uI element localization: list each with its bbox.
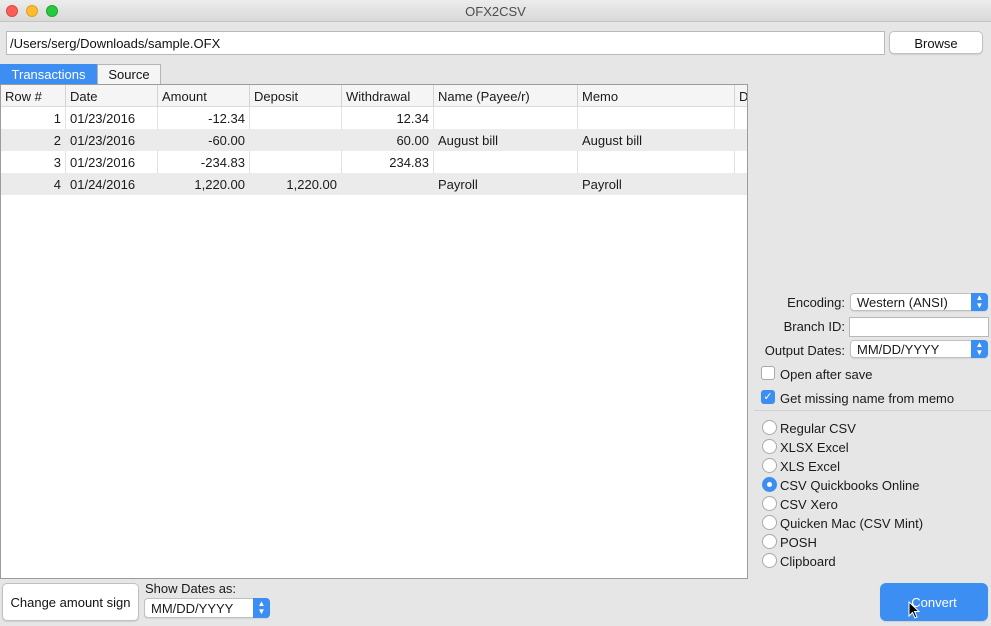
cell-deposit	[250, 151, 342, 173]
cell-amount: -60.00	[208, 133, 245, 148]
cell-memo	[578, 107, 735, 129]
mouse-pointer-icon	[908, 601, 920, 619]
branch-id-label: Branch ID:	[783, 319, 845, 334]
radio-label-clipboard: Clipboard	[780, 554, 836, 569]
convert-button[interactable]: Convert	[880, 583, 988, 621]
missing-name-label: Get missing name from memo	[780, 391, 955, 406]
window-title: OFX2CSV	[465, 4, 526, 19]
browse-button[interactable]: Browse	[889, 31, 983, 54]
radio-label-posh: POSH	[780, 535, 817, 550]
cell-name: August bill	[438, 133, 498, 148]
title-bar: OFX2CSV	[0, 0, 991, 22]
output-dates-label: Output Dates:	[764, 343, 845, 358]
radio-label-xls-excel: XLS Excel	[780, 459, 840, 474]
radio-xls-excel[interactable]	[762, 458, 777, 473]
cell-name: Payroll	[438, 177, 478, 192]
cell-row-number: 1	[1, 107, 66, 129]
radio-regular-csv[interactable]	[762, 420, 777, 435]
cell-date: 01/24/2016	[70, 177, 136, 192]
change-amount-sign-button[interactable]: Change amount sign	[2, 583, 139, 621]
open-after-save-checkbox[interactable]	[761, 366, 775, 380]
output-dates-select[interactable]: MM/DD/YYYY ▲ ▼	[850, 340, 988, 358]
encoding-label: Encoding:	[787, 295, 845, 310]
tab-transactions[interactable]: Transactions	[0, 64, 97, 84]
cell-withdrawal: 60.00	[396, 133, 429, 148]
cell-date: 01/23/2016	[66, 107, 158, 129]
encoding-select[interactable]: Western (ANSI) ▲ ▼	[850, 293, 988, 311]
cell-amount: -12.34	[158, 107, 250, 129]
up-down-arrows-icon: ▲ ▼	[971, 340, 988, 358]
up-down-arrows-icon: ▲ ▼	[971, 293, 988, 311]
radio-label-regular-csv: Regular CSV	[780, 421, 856, 436]
cell-amount: -234.83	[158, 151, 250, 173]
column-header-name[interactable]: Name (Payee/r)	[434, 85, 578, 107]
table-row[interactable]: 3 01/23/2016 -234.83 234.83	[1, 151, 747, 173]
column-header-amount[interactable]: Amount	[158, 85, 250, 107]
cell-withdrawal: 234.83	[342, 151, 434, 173]
radio-label-xlsx-excel: XLSX Excel	[780, 440, 849, 455]
output-dates-value: MM/DD/YYYY	[857, 342, 940, 357]
cell-withdrawal: 12.34	[342, 107, 434, 129]
up-down-arrows-icon: ▲ ▼	[253, 598, 270, 618]
cell-date: 01/23/2016	[70, 133, 136, 148]
show-dates-label: Show Dates as:	[145, 581, 237, 596]
encoding-value: Western (ANSI)	[857, 295, 948, 310]
table-row[interactable]: 4 01/24/2016 1,220.00 1,220.00 Payroll P…	[1, 173, 747, 195]
column-header-truncated[interactable]: D	[735, 85, 747, 107]
cell-row-number: 4	[53, 177, 61, 192]
column-header-memo[interactable]: Memo	[578, 85, 735, 107]
tab-source[interactable]: Source	[97, 64, 161, 84]
show-dates-value: MM/DD/YYYY	[151, 601, 234, 616]
cell-row-number: 3	[1, 151, 66, 173]
cell-memo: Payroll	[582, 177, 622, 192]
checkmark-icon: ✓	[763, 391, 773, 403]
cell-name	[434, 107, 578, 129]
cell-name	[434, 151, 578, 173]
cell-deposit	[250, 129, 342, 151]
branch-id-input[interactable]	[849, 317, 989, 337]
cell-row-number: 2	[53, 133, 61, 148]
radio-label-csv-quickbooks-online: CSV Quickbooks Online	[780, 478, 920, 493]
cell-withdrawal	[342, 173, 434, 195]
radio-label-csv-xero: CSV Xero	[780, 497, 838, 512]
column-header-withdrawal[interactable]: Withdrawal	[342, 85, 434, 107]
table-row[interactable]: 2 01/23/2016 -60.00 60.00 August bill Au…	[1, 129, 747, 151]
missing-name-checkbox[interactable]: ✓	[761, 390, 775, 404]
cell-memo	[578, 151, 735, 173]
column-header-row-number[interactable]: Row #	[1, 85, 66, 107]
cell-deposit: 1,220.00	[286, 177, 337, 192]
radio-clipboard[interactable]	[762, 553, 777, 568]
radio-label-quicken-mac: Quicken Mac (CSV Mint)	[780, 516, 924, 531]
radio-xlsx-excel[interactable]	[762, 439, 777, 454]
radio-quicken-mac[interactable]	[762, 515, 777, 530]
file-path-input[interactable]	[6, 31, 885, 55]
cell-memo: August bill	[582, 133, 642, 148]
table-row[interactable]: 1 01/23/2016 -12.34 12.34	[1, 107, 747, 129]
table-header: Row # Date Amount Deposit Withdrawal Nam…	[1, 85, 747, 107]
open-after-save-label: Open after save	[780, 367, 873, 382]
bottom-bar: Change amount sign Show Dates as: MM/DD/…	[0, 580, 991, 626]
cell-date: 01/23/2016	[66, 151, 158, 173]
transactions-table[interactable]: Row # Date Amount Deposit Withdrawal Nam…	[0, 84, 748, 579]
radio-csv-xero[interactable]	[762, 496, 777, 511]
cell-amount: 1,220.00	[194, 177, 245, 192]
radio-posh[interactable]	[762, 534, 777, 549]
radio-csv-quickbooks-online[interactable]	[762, 477, 777, 492]
column-header-deposit[interactable]: Deposit	[250, 85, 342, 107]
show-dates-select[interactable]: MM/DD/YYYY ▲ ▼	[144, 598, 270, 618]
column-header-date[interactable]: Date	[66, 85, 158, 107]
cell-deposit	[250, 107, 342, 129]
